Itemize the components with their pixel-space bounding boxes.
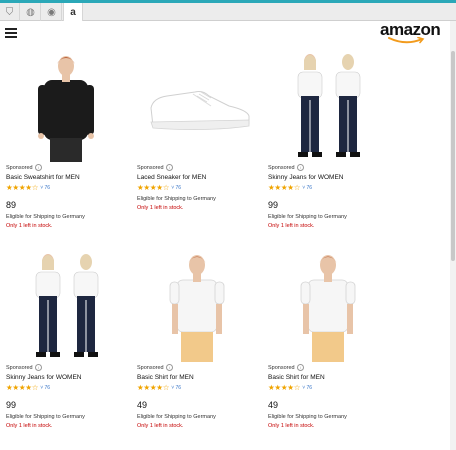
rating[interactable]: ★★★★☆ ˅ 76 — [268, 384, 398, 392]
info-icon[interactable]: i — [35, 164, 43, 171]
sponsored-label: Sponsored i — [6, 164, 136, 171]
price: 89 — [6, 200, 17, 211]
shipping-info: Eligible for Shipping to Germany — [268, 414, 347, 421]
stock-status: Only 1 left in stock. — [137, 205, 184, 212]
product-card[interactable]: Sponsored i Skinny Jeans for WOMEN ★★★★☆… — [6, 250, 136, 429]
review-count[interactable]: ˅ 76 — [40, 385, 50, 391]
shipping-info: Eligible for Shipping to Germany — [6, 414, 85, 421]
price: 49 — [137, 400, 148, 411]
star-rating-icon: ★★★★☆ — [137, 183, 170, 192]
review-count[interactable]: ˅ 76 — [171, 185, 181, 191]
product-card[interactable]: Sponsored i Laced Sneaker for MEN ★★★★☆ … — [137, 50, 267, 211]
star-rating-icon: ★★★★☆ — [268, 183, 301, 192]
product-title[interactable]: Basic Sweatshirt for MEN — [6, 174, 136, 181]
product-image[interactable] — [137, 50, 267, 162]
product-image[interactable] — [268, 50, 398, 162]
price: 49 — [268, 400, 279, 411]
scrollbar-thumb[interactable] — [451, 51, 455, 261]
product-title[interactable]: Laced Sneaker for MEN — [137, 174, 267, 181]
product-card[interactable]: Sponsored i Basic Shirt for MEN ★★★★☆ ˅ … — [268, 250, 398, 429]
sponsored-label: Sponsored i — [268, 364, 398, 371]
rating[interactable]: ★★★★☆ ˅ 76 — [6, 384, 136, 392]
rating[interactable]: ★★★★☆ ˅ 76 — [268, 184, 398, 192]
product-image[interactable] — [6, 250, 136, 362]
tab-bar: ⛉ ◍ ◉ a — [0, 3, 456, 21]
menu-icon[interactable] — [5, 28, 17, 38]
sponsored-label: Sponsored i — [137, 164, 267, 171]
tab-eye[interactable]: ◉ — [42, 3, 62, 21]
amazon-tab-icon: a — [70, 6, 76, 18]
product-title[interactable]: Basic Shirt for MEN — [137, 374, 267, 381]
star-rating-icon: ★★★★☆ — [137, 383, 170, 392]
shipping-info: Eligible for Shipping to Germany — [6, 214, 85, 221]
star-rating-icon: ★★★★☆ — [6, 383, 39, 392]
eye-icon: ◉ — [47, 6, 56, 18]
product-card[interactable]: Sponsored i Basic Shirt for MEN ★★★★☆ ˅ … — [137, 250, 267, 429]
shipping-info: Eligible for Shipping to Germany — [137, 414, 216, 421]
product-card[interactable]: Sponsored i Basic Sweatshirt for MEN ★★★… — [6, 50, 136, 229]
price: 99 — [6, 400, 17, 411]
star-rating-icon: ★★★★☆ — [6, 183, 39, 192]
stock-status: Only 1 left in stock. — [6, 223, 53, 230]
price: 99 — [268, 200, 279, 211]
filter-icon: ⛉ — [5, 6, 14, 18]
shipping-info: Eligible for Shipping to Germany — [137, 196, 216, 203]
info-icon[interactable]: i — [297, 364, 305, 371]
product-image[interactable] — [6, 50, 136, 162]
stock-status: Only 1 left in stock. — [137, 423, 184, 430]
stock-status: Only 1 left in stock. — [268, 223, 315, 230]
sponsored-label: Sponsored i — [6, 364, 136, 371]
tab-amazon[interactable]: a — [63, 3, 83, 21]
review-count[interactable]: ˅ 76 — [171, 385, 181, 391]
product-title[interactable]: Skinny Jeans for WOMEN — [268, 174, 398, 181]
scrollbar[interactable] — [450, 21, 456, 450]
info-icon[interactable]: i — [166, 364, 174, 371]
product-image[interactable] — [268, 250, 398, 362]
review-count[interactable]: ˅ 76 — [302, 385, 312, 391]
shipping-info: Eligible for Shipping to Germany — [268, 214, 347, 221]
sponsored-label: Sponsored i — [268, 164, 398, 171]
product-card[interactable]: Sponsored i Skinny Jeans for WOMEN ★★★★☆… — [268, 50, 398, 229]
tab-tag[interactable]: ◍ — [21, 3, 41, 21]
rating[interactable]: ★★★★☆ ˅ 76 — [137, 184, 267, 192]
rating[interactable]: ★★★★☆ ˅ 76 — [6, 184, 136, 192]
product-title[interactable]: Basic Shirt for MEN — [268, 374, 398, 381]
info-icon[interactable]: i — [35, 364, 43, 371]
review-count[interactable]: ˅ 76 — [40, 185, 50, 191]
stock-status: Only 1 left in stock. — [6, 423, 53, 430]
amazon-logo[interactable]: amazon — [380, 20, 444, 44]
tag-icon: ◍ — [26, 6, 35, 18]
stock-status: Only 1 left in stock. — [268, 423, 315, 430]
star-rating-icon: ★★★★☆ — [268, 383, 301, 392]
review-count[interactable]: ˅ 76 — [302, 185, 312, 191]
info-icon[interactable]: i — [297, 164, 305, 171]
info-icon[interactable]: i — [166, 164, 174, 171]
tab-filter[interactable]: ⛉ — [0, 3, 20, 21]
rating[interactable]: ★★★★☆ ˅ 76 — [137, 384, 267, 392]
product-image[interactable] — [137, 250, 267, 362]
sponsored-label: Sponsored i — [137, 364, 267, 371]
product-title[interactable]: Skinny Jeans for WOMEN — [6, 374, 136, 381]
smile-icon — [388, 37, 425, 44]
